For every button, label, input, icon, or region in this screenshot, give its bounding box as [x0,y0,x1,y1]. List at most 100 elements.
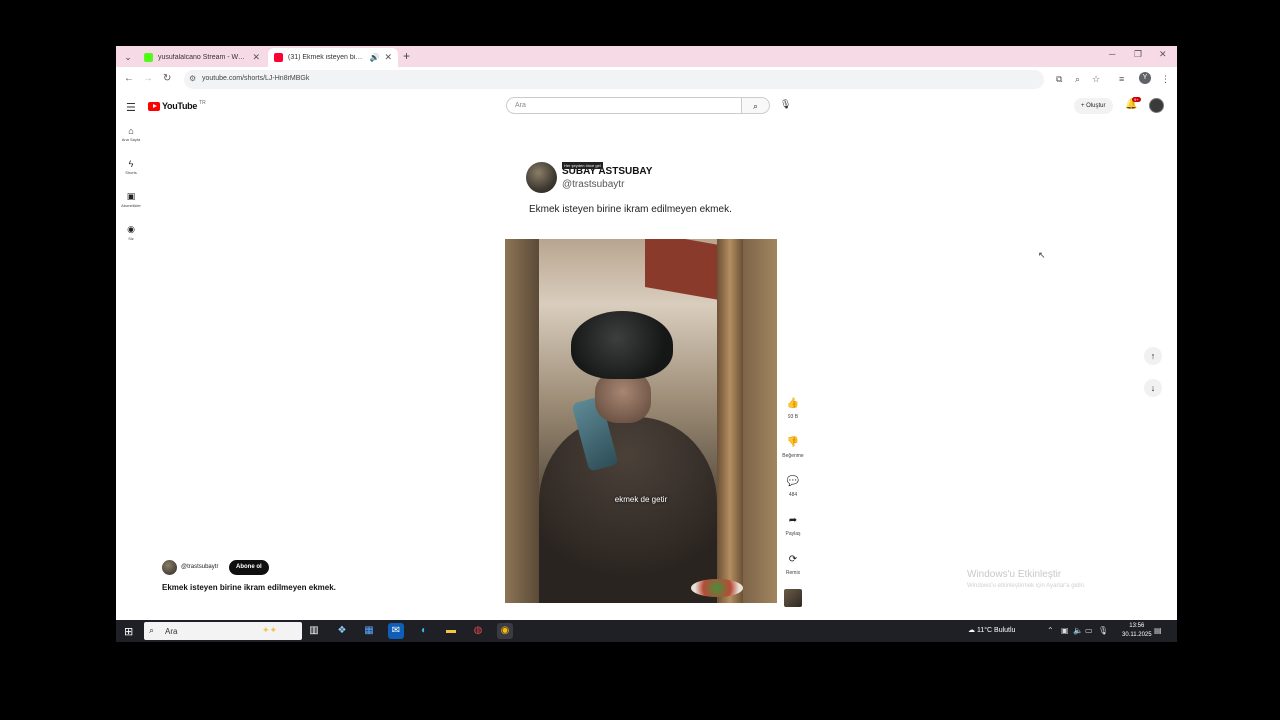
guide-item-you[interactable]: ◉ Siz [116,224,146,241]
short-card: SUBAY ASTSUBAY Her şeyden önce gel @tras… [505,122,777,642]
video-player[interactable]: ekmek de getir [505,239,777,603]
create-label: Oluştur [1086,103,1106,109]
volume-icon[interactable]: 🔈 [1073,626,1083,635]
video-subtitle: ekmek de getir [614,495,668,504]
task-view-icon[interactable]: ▥ [306,623,322,639]
install-icon[interactable]: ⧉ [1056,74,1062,85]
copilot-icon[interactable]: ❖ [334,623,350,639]
new-tab-icon[interactable]: + [403,49,410,63]
arrow-up-icon: ↑ [1150,351,1156,361]
activation-watermark-title: Windows'u Etkinleştir [967,569,1062,580]
weather-text: 11°C Bulutlu [976,627,1016,634]
remix-button[interactable]: ⟳ Remix [775,554,811,576]
youtube-logo[interactable]: YouTube TR [148,100,206,111]
search-input[interactable]: Ara [506,97,742,114]
channel-avatar[interactable] [162,560,177,575]
logo-text: YouTube [162,101,198,111]
windows-taskbar: ⊞ ⌕ Ara ✦✦ ▥ ❖ ▦ ✉ ◐ ▬ ◍ ◉ ☁ 11°C Bulutl… [116,620,1177,642]
subscriptions-icon: ▣ [126,191,136,201]
search-placeholder: Ara [515,102,526,109]
edge-icon[interactable]: ◐ [416,623,432,639]
video-scene-figure [539,417,717,603]
zoom-icon[interactable]: ⌕ [1075,74,1080,85]
video-scene-post [717,239,743,603]
taskbar-search[interactable]: ⌕ Ara ✦✦ [144,622,302,640]
chrome-icon[interactable]: ◉ [497,623,513,639]
site-info-icon[interactable]: ⚙ [189,74,196,83]
tray-chevron-icon[interactable]: ⌃ [1047,626,1054,635]
like-button[interactable]: 👍 93 B [775,398,811,420]
bookmark-star-icon[interactable]: ☆ [1092,74,1100,85]
next-short-button[interactable]: ↓ [1144,379,1162,397]
tab-kick-stream[interactable]: yusufalalcano Stream - Watch L ✕ [138,48,266,67]
logo-region: TR [199,100,206,106]
post-account-avatar [526,162,557,193]
subscribe-button[interactable]: Abone ol [229,560,269,575]
speaker-icon[interactable]: 🔊 [369,53,379,62]
notification-center-icon[interactable]: ▤ [1154,626,1162,635]
channel-handle[interactable]: @trastsubaytr [181,564,218,570]
notification-badge: 9+ [1132,97,1141,102]
outlook-icon[interactable]: ✉ [388,623,404,639]
address-bar[interactable]: ⚙ youtube.com/shorts/LJ-Hn8rMBGk [184,70,1044,89]
mouse-cursor-icon: ↖ [1038,250,1046,260]
tab-title: (31) Ekmek isteyen birine ik [288,54,364,61]
taskbar-clock[interactable]: 13:56 30.11.2025 [1122,622,1152,640]
tab-search-icon[interactable]: ⌄ [121,50,135,64]
share-icon: ➦ [788,515,798,526]
previous-short-button[interactable]: ↑ [1144,347,1162,365]
video-scene-awning [645,239,725,302]
post-caption: Ekmek isteyen birine ikram edilmeyen ekm… [529,204,732,215]
guide-item-subscriptions[interactable]: ▣ Abonelikler [116,191,146,208]
search-button[interactable]: ⌕ [742,97,770,114]
store-icon[interactable]: ▦ [361,623,377,639]
media-control-icon[interactable]: ≡ [1119,74,1124,84]
hamburger-menu-icon[interactable]: ☰ [126,101,136,114]
file-explorer-icon[interactable]: ▬ [443,623,459,639]
back-icon[interactable]: ← [124,73,134,84]
guide-label: Siz [128,236,134,241]
microphone-icon[interactable]: 🎙 [1098,626,1108,635]
comments-button[interactable]: 💬 484 [775,476,811,498]
screen: ⌄ yusufalalcano Stream - Watch L ✕ (31) … [116,46,1177,642]
tab-youtube-short[interactable]: (31) Ekmek isteyen birine ik 🔊 ✕ [268,48,398,67]
menu-kebab-icon[interactable]: ⋮ [1161,74,1170,85]
network-icon[interactable]: ▭ [1085,626,1093,635]
share-button[interactable]: ➦ Paylaş [775,515,811,537]
sound-thumbnail[interactable] [784,589,802,607]
dislike-button[interactable]: 👎 Beğenme [775,437,811,459]
close-window-icon[interactable]: ✕ [1159,49,1167,60]
reload-icon[interactable]: ↻ [163,73,171,84]
home-icon: ⌂ [128,126,134,136]
guide-item-home[interactable]: ⌂ Ana Sayfa [116,126,146,142]
thumbs-up-icon: 👍 [786,398,800,409]
clock-date: 30.11.2025 [1122,632,1152,638]
cloud-icon: ☁ [968,627,975,634]
activation-watermark-subtitle: Windows'u etkinleştirmek için Ayarlar'a … [967,583,1086,589]
windows-start-icon[interactable]: ⊞ [124,625,133,638]
minimize-icon[interactable]: ─ [1109,49,1115,59]
profile-avatar[interactable]: Y [1139,72,1151,84]
shorts-icon: ϟ [128,159,134,169]
forward-icon[interactable]: → [143,73,153,84]
weather-widget[interactable]: ☁ 11°C Bulutlu [968,626,1015,634]
browser-toolbar: ← → ↻ ⚙ youtube.com/shorts/LJ-Hn8rMBGk ⧉… [116,67,1177,92]
create-button[interactable]: + Oluştur [1074,98,1113,114]
search-icon: ⌕ [752,101,759,111]
kick-favicon-icon [144,53,153,62]
microphone-icon[interactable]: 🎙 [780,99,791,110]
tab-close-icon[interactable]: ✕ [252,52,260,63]
guide-item-shorts[interactable]: ϟ Shorts [116,159,146,175]
guide-label: Shorts [125,170,137,175]
share-label: Paylaş [785,531,801,537]
account-avatar[interactable] [1149,98,1164,113]
post-tag: Her şeyden önce gel [562,162,603,169]
search-icon: ⌕ [149,625,155,635]
restore-icon[interactable]: ❐ [1134,49,1142,60]
browser-tabstrip: ⌄ yusufalalcano Stream - Watch L ✕ (31) … [116,46,1177,67]
tray-app-icon[interactable]: ▣ [1061,626,1069,635]
dislike-label: Beğenme [782,453,804,459]
tab-close-icon[interactable]: ✕ [384,52,392,63]
comment-icon: 💬 [786,476,800,487]
steelseries-icon[interactable]: ◍ [470,623,486,639]
